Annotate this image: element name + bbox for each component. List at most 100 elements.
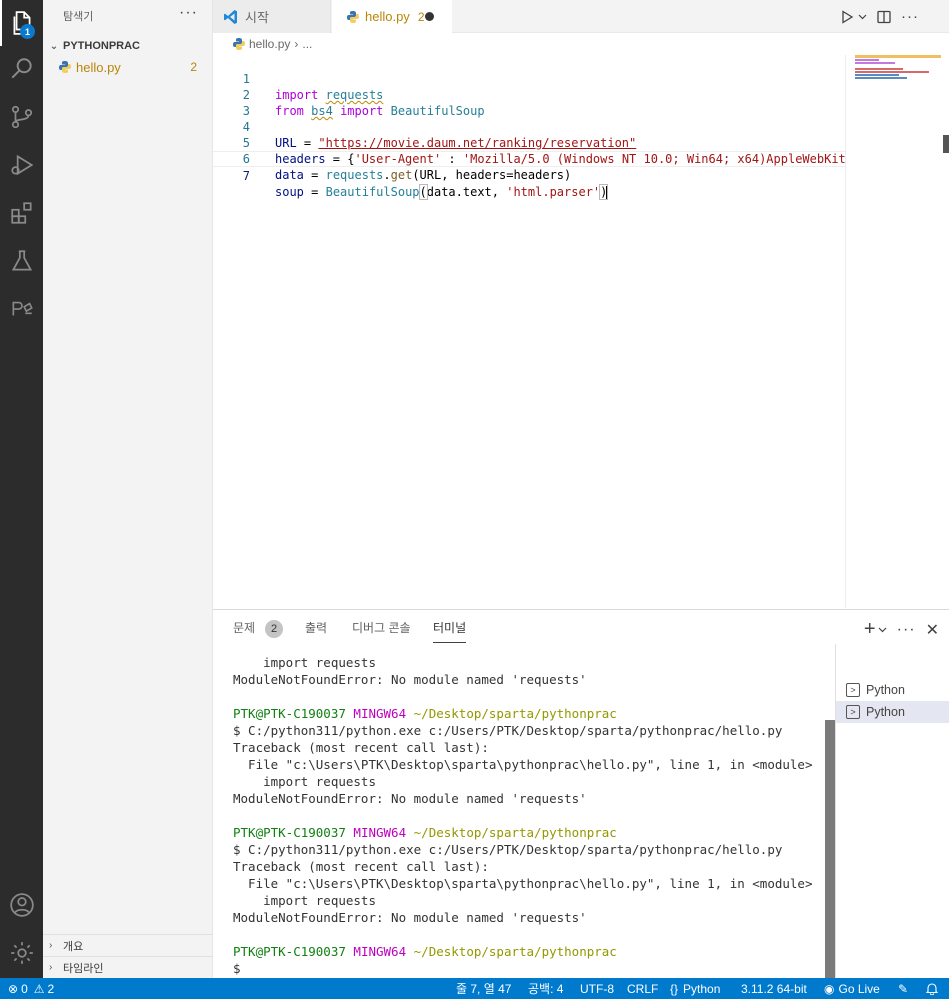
bell-icon[interactable] xyxy=(926,978,938,999)
chevron-down-icon: ⌄ xyxy=(49,40,59,52)
error-count: 0 xyxy=(21,981,28,996)
operator: . xyxy=(383,168,391,182)
account-icon[interactable] xyxy=(0,882,43,928)
breadcrumb-separator: › xyxy=(294,37,299,51)
problems-status[interactable]: ⊗ 0 ⚠ 2 xyxy=(8,978,54,999)
terminal-line: import requests xyxy=(233,893,376,908)
file-hello-py[interactable]: hello.py 2 xyxy=(43,56,213,78)
testing-icon[interactable] xyxy=(0,238,43,284)
gear-icon[interactable] xyxy=(0,930,43,976)
call-args: data.text, xyxy=(426,185,507,199)
language-mode[interactable]: {} Python xyxy=(670,978,720,999)
text-cursor xyxy=(606,185,609,200)
prompt-env: MINGW64 xyxy=(353,944,407,959)
encoding[interactable]: UTF-8 xyxy=(580,978,614,999)
prompt-path: ~/Desktop/sparta/pythonprac xyxy=(413,944,617,959)
go-live-button[interactable]: ◉ Go Live xyxy=(824,978,880,999)
code-line: 2 from bs4 import BeautifulSoup xyxy=(213,71,845,118)
timeline-label: 타임라인 xyxy=(63,962,104,975)
tab-welcome[interactable]: 시작 xyxy=(213,0,331,33)
source-control-icon[interactable] xyxy=(0,94,43,140)
terminal-instance[interactable]: > Python xyxy=(836,679,949,701)
folder-pythonprac[interactable]: ⌄ PYTHONPRAC xyxy=(47,36,213,56)
close-icon[interactable]: ✕ xyxy=(926,620,939,640)
bottom-panel: 문제 2 출력 디버그 콘솔 터미널 + ··· ✕ import reques… xyxy=(213,609,949,979)
search-icon[interactable] xyxy=(0,46,43,92)
add-terminal-icon[interactable]: + xyxy=(864,618,876,641)
tab-hello-py[interactable]: hello.py 2 xyxy=(332,0,452,33)
run-icon[interactable] xyxy=(840,9,854,24)
cursor-position[interactable]: 줄 7, 열 47 xyxy=(456,978,511,999)
line-endings[interactable]: CRLF xyxy=(627,978,658,999)
terminal-line: PTK@PTK-C190037 MINGW64 ~/Desktop/sparta… xyxy=(233,705,617,722)
terminal-line: $ C:/python311/python.exe c:/Users/PTK/D… xyxy=(233,723,783,738)
prompt-env: MINGW64 xyxy=(353,825,407,840)
timeline-section[interactable]: › 타임라인 xyxy=(43,956,213,978)
language-label: Python xyxy=(683,981,721,996)
prompt-user: PTK@PTK-C190037 xyxy=(233,944,346,959)
prompt-user: PTK@PTK-C190037 xyxy=(233,825,346,840)
terminal-line: Traceback (most recent call last): xyxy=(233,859,489,874)
terminal-output[interactable]: import requests ModuleNotFoundError: No m… xyxy=(213,652,825,979)
terminal-list: > Python > Python xyxy=(835,644,949,979)
terminal-icon: > xyxy=(846,705,860,719)
function-name: get xyxy=(390,168,413,182)
python-interpreter[interactable]: 3.11.2 64-bit xyxy=(741,978,807,999)
tab-debug-console[interactable]: 디버그 콘솔 xyxy=(352,619,411,636)
python-env-icon[interactable] xyxy=(0,286,43,332)
chevron-down-icon[interactable] xyxy=(878,625,887,634)
more-actions-icon[interactable]: ··· xyxy=(897,621,916,639)
explorer-icon[interactable]: 1 xyxy=(0,0,43,46)
minimap-line xyxy=(855,77,907,79)
editor-actions: ··· xyxy=(840,0,949,33)
scroll-thumb[interactable] xyxy=(943,135,949,153)
terminal-line: File "c:\Users\PTK\Desktop\sparta\python… xyxy=(233,876,813,891)
run-debug-icon[interactable] xyxy=(0,142,43,188)
terminal-line: ModuleNotFoundError: No module named 're… xyxy=(233,672,587,687)
python-file-icon xyxy=(347,10,359,23)
breadcrumb-file[interactable]: hello.py xyxy=(249,37,290,51)
activity-bar: 1 xyxy=(0,0,43,978)
terminal-icon: > xyxy=(846,683,860,697)
split-editor-icon[interactable] xyxy=(877,10,891,24)
status-bar: ⊗ 0 ⚠ 2 줄 7, 열 47 공백: 4 UTF-8 CRLF {} Py… xyxy=(0,978,949,999)
unsaved-dot-icon[interactable] xyxy=(425,12,434,21)
broadcast-icon: ◉ xyxy=(824,981,835,996)
code-line: 6 data = requests.get(URL, headers=heade… xyxy=(213,135,845,182)
breadcrumb: hello.py › ... xyxy=(213,33,949,55)
tab-output[interactable]: 출력 xyxy=(305,619,327,636)
code-editor[interactable]: 1 import requests 2 from bs4 import Beau… xyxy=(213,55,845,608)
terminal-line: File "c:\Users\PTK\Desktop\sparta\python… xyxy=(233,757,813,772)
tab-file-label: hello.py xyxy=(365,9,410,24)
tab-terminal[interactable]: 터미널 xyxy=(433,619,467,643)
terminal-instance-label: Python xyxy=(866,683,905,697)
outline-section[interactable]: › 개요 xyxy=(43,934,213,956)
string-literal: 'html.parser' xyxy=(506,185,601,199)
indentation[interactable]: 공백: 4 xyxy=(528,978,563,999)
extensions-icon[interactable] xyxy=(0,190,43,236)
minimap-highlight xyxy=(855,55,941,58)
module-name: requests xyxy=(325,168,384,182)
warning-icon: ⚠ xyxy=(33,981,45,996)
more-actions-icon[interactable]: ··· xyxy=(901,8,919,25)
minimap[interactable] xyxy=(845,55,943,608)
braces-icon: {} xyxy=(670,981,679,996)
vscode-logo-icon xyxy=(224,9,237,24)
terminal-instance-label: Python xyxy=(866,705,905,719)
feedback-icon[interactable]: ✎ xyxy=(898,978,908,999)
error-icon: ⊗ xyxy=(8,981,19,996)
terminal-scrollbar[interactable] xyxy=(825,720,835,979)
terminal-instance[interactable]: > Python xyxy=(836,701,949,723)
minimap-line xyxy=(855,68,903,70)
sidebar-title: 탐색기 xyxy=(63,11,94,23)
tab-problems[interactable]: 문제 xyxy=(233,619,255,636)
outline-label: 개요 xyxy=(63,940,84,953)
file-problem-count: 2 xyxy=(190,60,197,74)
terminal-line: $ C:/python311/python.exe c:/Users/PTK/D… xyxy=(233,842,783,857)
more-actions-icon[interactable]: ··· xyxy=(179,4,198,22)
terminal-line: Traceback (most recent call last): xyxy=(233,740,489,755)
line-number: 7 xyxy=(242,169,250,183)
chevron-down-icon[interactable] xyxy=(858,12,867,21)
breadcrumb-symbols[interactable]: ... xyxy=(302,37,312,51)
editor-scrollbar[interactable] xyxy=(943,55,949,608)
